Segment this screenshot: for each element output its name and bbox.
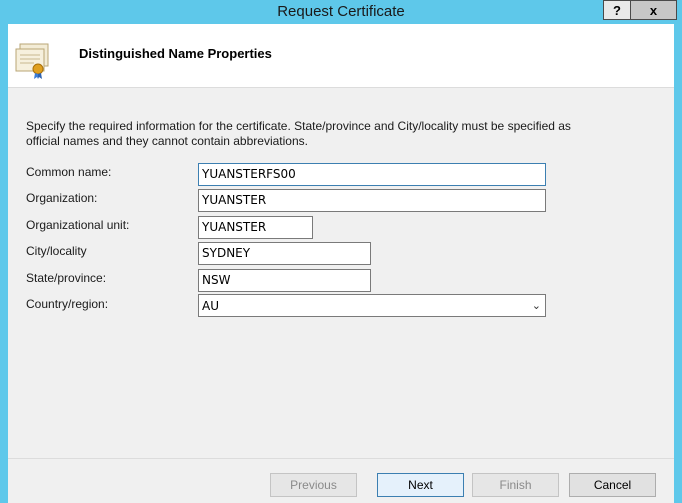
organization-label: Organization: [26,191,98,205]
request-certificate-window: Request Certificate ? x Distinguished Na… [0,0,682,503]
title-bar[interactable]: Request Certificate ? x [0,0,682,24]
city-field[interactable]: SYDNEY [198,242,371,265]
org-unit-label: Organizational unit: [26,218,130,232]
state-field[interactable]: NSW [198,269,371,292]
country-select[interactable]: AU ⌄ [198,294,546,317]
previous-button[interactable]: Previous [270,473,357,497]
description-text: Specify the required information for the… [26,119,571,148]
chevron-down-icon[interactable]: ⌄ [532,299,541,312]
org-unit-field[interactable]: YUANSTER [198,216,313,239]
finish-button[interactable]: Finish [472,473,559,497]
close-button[interactable]: x [631,0,677,20]
dialog-client-area: Distinguished Name Properties Specify th… [8,24,674,503]
common-name-field[interactable]: YUANSTERFS00 [198,163,546,186]
certificate-icon [15,43,49,79]
footer-divider [8,458,674,459]
close-icon: x [649,2,658,18]
organization-field[interactable]: YUANSTER [198,189,546,212]
cancel-button[interactable]: Cancel [569,473,656,497]
state-label: State/province: [26,271,107,285]
next-button[interactable]: Next [377,473,464,497]
country-select-value: AU [202,299,219,313]
common-name-label: Common name: [26,165,112,179]
city-label: City/locality [26,244,87,258]
country-label: Country/region: [26,297,109,311]
wizard-header: Distinguished Name Properties [8,24,674,88]
help-button[interactable]: ? [603,0,631,20]
window-title: Request Certificate [277,3,405,20]
header-title: Distinguished Name Properties [79,46,272,61]
help-icon: ? [613,2,621,18]
